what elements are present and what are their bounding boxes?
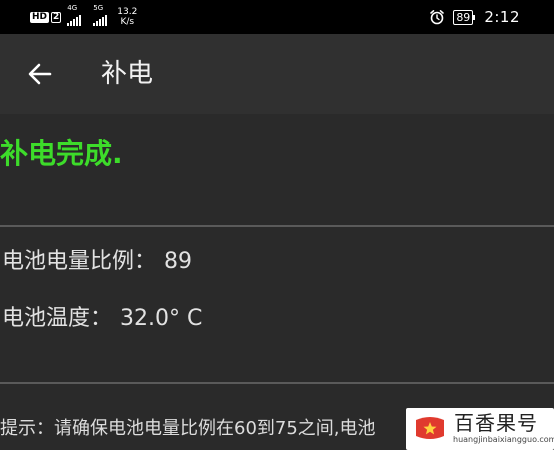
back-button[interactable]: [22, 56, 58, 92]
sim-badge: 2: [51, 11, 62, 23]
network-speed: 13.2 K/s: [117, 7, 137, 27]
app-bar: 补电: [0, 34, 554, 114]
status-clock: 2:12: [484, 8, 520, 26]
status-bar: HD 2 4G 5G 13.2 K/s 89 2:12: [0, 0, 554, 34]
status-left: HD 2 4G 5G 13.2 K/s: [30, 4, 137, 29]
signal-strength-2-icon: 5G: [93, 4, 108, 26]
signal-strength-1-icon: 4G: [67, 4, 82, 26]
network-type-2: 5G: [93, 4, 104, 12]
arrow-left-icon: [28, 63, 52, 85]
network-speed-unit: K/s: [120, 17, 135, 27]
hint-text: 提示：请确保电池电量比例在60到75之间,电池: [0, 418, 376, 439]
watermark-logo: 百香果号 huangjinbaixiangguo.com: [406, 408, 554, 450]
network-type-1: 4G: [67, 4, 78, 12]
network-speed-value: 13.2: [117, 7, 138, 17]
battery-ratio-label: 电池电量比例：: [2, 249, 157, 274]
battery-temp-value: 32.0° C: [120, 306, 203, 331]
watermark-name: 百香果号: [454, 411, 538, 435]
hd-badge: HD: [30, 11, 50, 23]
charge-result-message: 补电完成.: [0, 137, 123, 170]
battery-temp-label: 电池温度：: [2, 306, 113, 331]
divider-bottom: [0, 382, 554, 384]
battery-temp-row: 电池温度： 32.0° C: [2, 304, 202, 334]
main-content: 补电完成. 电池电量比例： 89 电池温度： 32.0° C 提示：请确保电池电量比…: [0, 114, 554, 450]
divider-top: [0, 225, 554, 227]
watermark-url: huangjinbaixiangguo.com: [453, 435, 554, 444]
battery-ratio-row: 电池电量比例： 89: [2, 247, 192, 277]
status-right: 89 2:12: [429, 5, 520, 29]
alarm-clock-icon: [430, 10, 445, 25]
star-logo-icon: [416, 417, 444, 439]
page-title: 补电: [101, 59, 154, 89]
battery-ratio-value: 89: [164, 249, 193, 274]
battery-icon: 89: [453, 9, 476, 25]
